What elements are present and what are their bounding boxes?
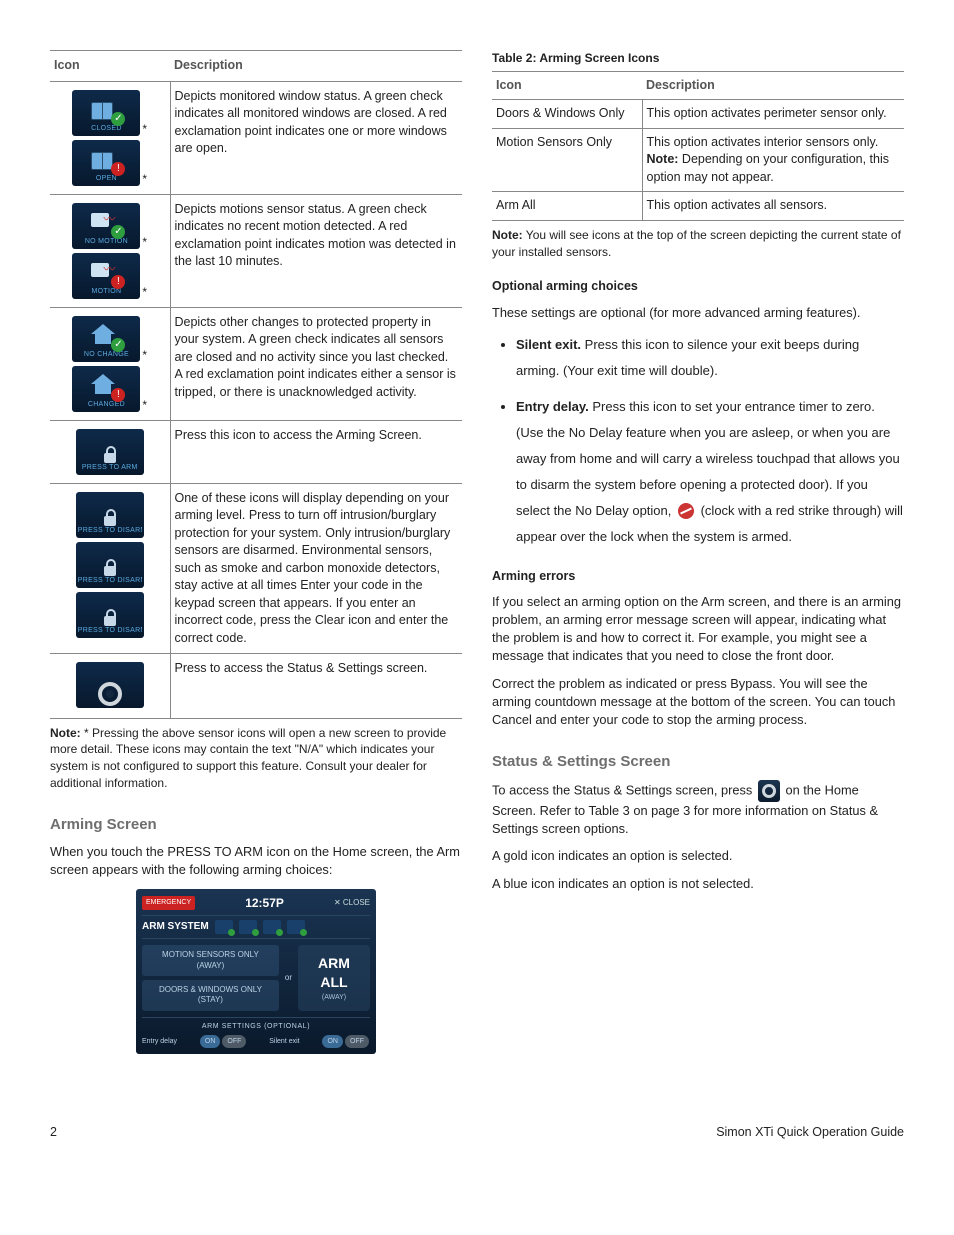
- table-row: Doors & Windows Only This option activat…: [492, 100, 904, 129]
- window-open-icon: ! OPEN: [72, 140, 140, 186]
- silent-exit-off[interactable]: OFF: [345, 1035, 369, 1049]
- th-description: Description: [170, 51, 462, 82]
- table-row: ✓ NO CHANGE * ! CHANGED * Depicts other …: [50, 307, 462, 420]
- table-footnote: Note: * Pressing the above sensor icons …: [50, 725, 462, 792]
- list-item: Silent exit. Press this icon to silence …: [516, 332, 904, 384]
- status-settings-heading: Status & Settings Screen: [492, 751, 904, 772]
- status-p2: A gold icon indicates an option is selec…: [492, 847, 904, 865]
- arming-errors-heading: Arming errors: [492, 568, 904, 586]
- table-row: Motion Sensors Only This option activate…: [492, 128, 904, 192]
- changed-icon: ! CHANGED: [72, 366, 140, 412]
- arm-screen-figure: EMERGENCY 12:57P ✕ CLOSE ARM SYSTEM MOTI…: [136, 889, 376, 1055]
- row-desc: Depicts monitored window status. A green…: [170, 81, 462, 194]
- page-footer: 2 Simon XTi Quick Operation Guide: [50, 1124, 904, 1142]
- errors-p1: If you select an arming option on the Ar…: [492, 593, 904, 665]
- disarm-stay-icon: PRESS TO DISARM: [76, 492, 144, 538]
- doors-windows-only-button[interactable]: DOORS & WINDOWS ONLY(STAY): [142, 980, 279, 1011]
- left-column: Icon Description ✓ CLOSED *: [50, 50, 462, 1064]
- settings-gear-icon: [76, 662, 144, 708]
- disarm-away-motions-icon: PRESS TO DISARM: [76, 592, 144, 638]
- entry-delay-off[interactable]: OFF: [222, 1035, 246, 1049]
- row-desc: Depicts other changes to protected prope…: [170, 307, 462, 420]
- no-change-icon: ✓ NO CHANGE: [72, 316, 140, 362]
- table-row: 〰✓ NO MOTION * 〰! MOTION * Depicts motio…: [50, 194, 462, 307]
- table-row: Arm All This option activates all sensor…: [492, 192, 904, 221]
- th-description: Description: [642, 71, 904, 100]
- status-mini-icon: [239, 920, 257, 934]
- entry-delay-on[interactable]: ON: [200, 1035, 221, 1049]
- no-motion-icon: 〰✓ NO MOTION: [72, 203, 140, 249]
- press-to-arm-icon: PRESS TO ARM: [76, 429, 144, 475]
- table-row: Press to access the Status & Settings sc…: [50, 654, 462, 719]
- table-row: PRESS TO DISARM PRESS TO DISARM: [50, 483, 462, 654]
- row-desc: Depicts motions sensor status. A green c…: [170, 194, 462, 307]
- th-icon: Icon: [50, 51, 170, 82]
- errors-p2: Correct the problem as indicated or pres…: [492, 675, 904, 729]
- arming-screen-heading: Arming Screen: [50, 814, 462, 835]
- status-p3: A blue icon indicates an option is not s…: [492, 875, 904, 893]
- status-mini-icon: [215, 920, 233, 934]
- clock-label: 12:57P: [245, 895, 284, 912]
- or-label: or: [285, 972, 292, 983]
- close-button[interactable]: ✕ CLOSE: [334, 897, 370, 908]
- right-column: Table 2: Arming Screen Icons Icon Descri…: [492, 50, 904, 1064]
- table-row: PRESS TO ARM Press this icon to access t…: [50, 420, 462, 483]
- row-desc: Press to access the Status & Settings sc…: [170, 654, 462, 719]
- no-delay-clock-icon: [678, 503, 694, 519]
- optional-intro: These settings are optional (for more ad…: [492, 304, 904, 322]
- gear-icon: [758, 780, 780, 802]
- status-mini-icon: [263, 920, 281, 934]
- optional-choices-heading: Optional arming choices: [492, 278, 904, 296]
- emergency-button[interactable]: EMERGENCY: [142, 896, 195, 910]
- silent-exit-on[interactable]: ON: [322, 1035, 343, 1049]
- row-desc: Press this icon to access the Arming Scr…: [170, 420, 462, 483]
- optional-bullets: Silent exit. Press this icon to silence …: [492, 332, 904, 550]
- list-item: Entry delay. Press this icon to set your…: [516, 394, 904, 550]
- arm-system-label: ARM SYSTEM: [142, 920, 209, 934]
- silent-exit-label: Silent exit: [269, 1037, 299, 1047]
- icon-description-table: Icon Description ✓ CLOSED *: [50, 50, 462, 719]
- arm-all-button[interactable]: ARM ALL (AWAY): [298, 945, 370, 1011]
- th-icon: Icon: [492, 71, 642, 100]
- arming-intro: When you touch the PRESS TO ARM icon on …: [50, 843, 462, 879]
- arm-settings-optional-label: ARM SETTINGS (OPTIONAL): [142, 1022, 370, 1032]
- page-number: 2: [50, 1124, 57, 1142]
- table2-caption: Table 2: Arming Screen Icons: [492, 50, 904, 67]
- row-desc: One of these icons will display dependin…: [170, 483, 462, 654]
- motion-sensors-only-button[interactable]: MOTION SENSORS ONLY(AWAY): [142, 945, 279, 976]
- status-p1: To access the Status & Settings screen, …: [492, 780, 904, 838]
- window-closed-icon: ✓ CLOSED: [72, 90, 140, 136]
- disarm-away-icon: PRESS TO DISARM: [76, 542, 144, 588]
- table2-note: Note: You will see icons at the top of t…: [492, 227, 904, 261]
- arming-icons-table: Icon Description Doors & Windows Only Th…: [492, 71, 904, 221]
- motion-icon: 〰! MOTION: [72, 253, 140, 299]
- entry-delay-label: Entry delay: [142, 1037, 177, 1047]
- status-mini-icon: [287, 920, 305, 934]
- doc-title: Simon XTi Quick Operation Guide: [716, 1124, 904, 1142]
- table-row: ✓ CLOSED * ! OPEN * Depicts monitored wi…: [50, 81, 462, 194]
